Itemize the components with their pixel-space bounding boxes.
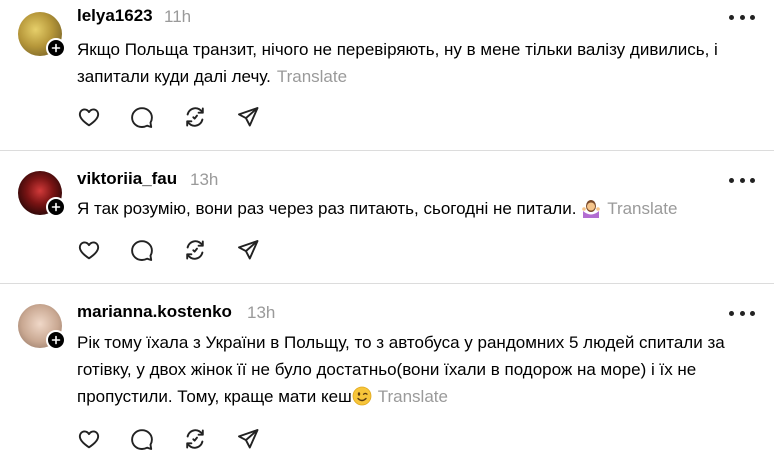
repost-icon[interactable] — [182, 237, 208, 263]
comment-icon[interactable] — [129, 237, 155, 263]
timestamp[interactable]: 11h — [164, 7, 191, 27]
heart-icon[interactable] — [76, 426, 102, 452]
winking-face-emoji — [352, 386, 372, 406]
action-bar — [76, 104, 288, 130]
comment-item: viktoriia_fau 13h Я так розумію, вони ра… — [0, 163, 774, 283]
follow-plus-icon[interactable] — [46, 38, 66, 58]
heart-icon[interactable] — [76, 237, 102, 263]
comment-text: Рік тому їхала з України в Польщу, то з … — [77, 329, 757, 410]
comment-body: Я так розумію, вони раз через раз питают… — [77, 199, 577, 218]
person-shrugging-emoji — [582, 200, 600, 218]
more-icon[interactable] — [729, 8, 755, 26]
send-icon[interactable] — [235, 104, 261, 130]
comment-item: marianna.kostenko 13h Рік тому їхала з У… — [0, 296, 774, 461]
more-icon[interactable] — [729, 304, 755, 322]
username[interactable]: marianna.kostenko — [77, 302, 232, 322]
send-icon[interactable] — [235, 426, 261, 452]
comment-icon[interactable] — [129, 104, 155, 130]
action-bar — [76, 237, 288, 263]
send-icon[interactable] — [235, 237, 261, 263]
heart-icon[interactable] — [76, 104, 102, 130]
comment-icon[interactable] — [129, 426, 155, 452]
translate-link[interactable]: Translate — [607, 199, 677, 218]
username[interactable]: viktoriia_fau — [77, 169, 177, 189]
repost-icon[interactable] — [182, 426, 208, 452]
more-icon[interactable] — [729, 171, 755, 189]
action-bar — [76, 426, 288, 452]
divider — [0, 150, 774, 151]
comment-feed: lelya1623 11h Якщо Польща транзит, нічог… — [0, 0, 774, 461]
divider — [0, 283, 774, 284]
comment-text: Я так розумію, вони раз через раз питают… — [77, 195, 757, 222]
comment-item: lelya1623 11h Якщо Польща транзит, нічог… — [0, 0, 774, 150]
follow-plus-icon[interactable] — [46, 330, 66, 350]
timestamp[interactable]: 13h — [247, 303, 275, 323]
timestamp[interactable]: 13h — [190, 170, 218, 190]
translate-link[interactable]: Translate — [277, 67, 347, 86]
translate-link[interactable]: Translate — [378, 387, 448, 406]
comment-text: Якщо Польща транзит, нічого не перевіряю… — [77, 36, 757, 90]
repost-icon[interactable] — [182, 104, 208, 130]
follow-plus-icon[interactable] — [46, 197, 66, 217]
comment-body: Якщо Польща транзит, нічого не перевіряю… — [77, 40, 718, 86]
username[interactable]: lelya1623 — [77, 6, 153, 26]
